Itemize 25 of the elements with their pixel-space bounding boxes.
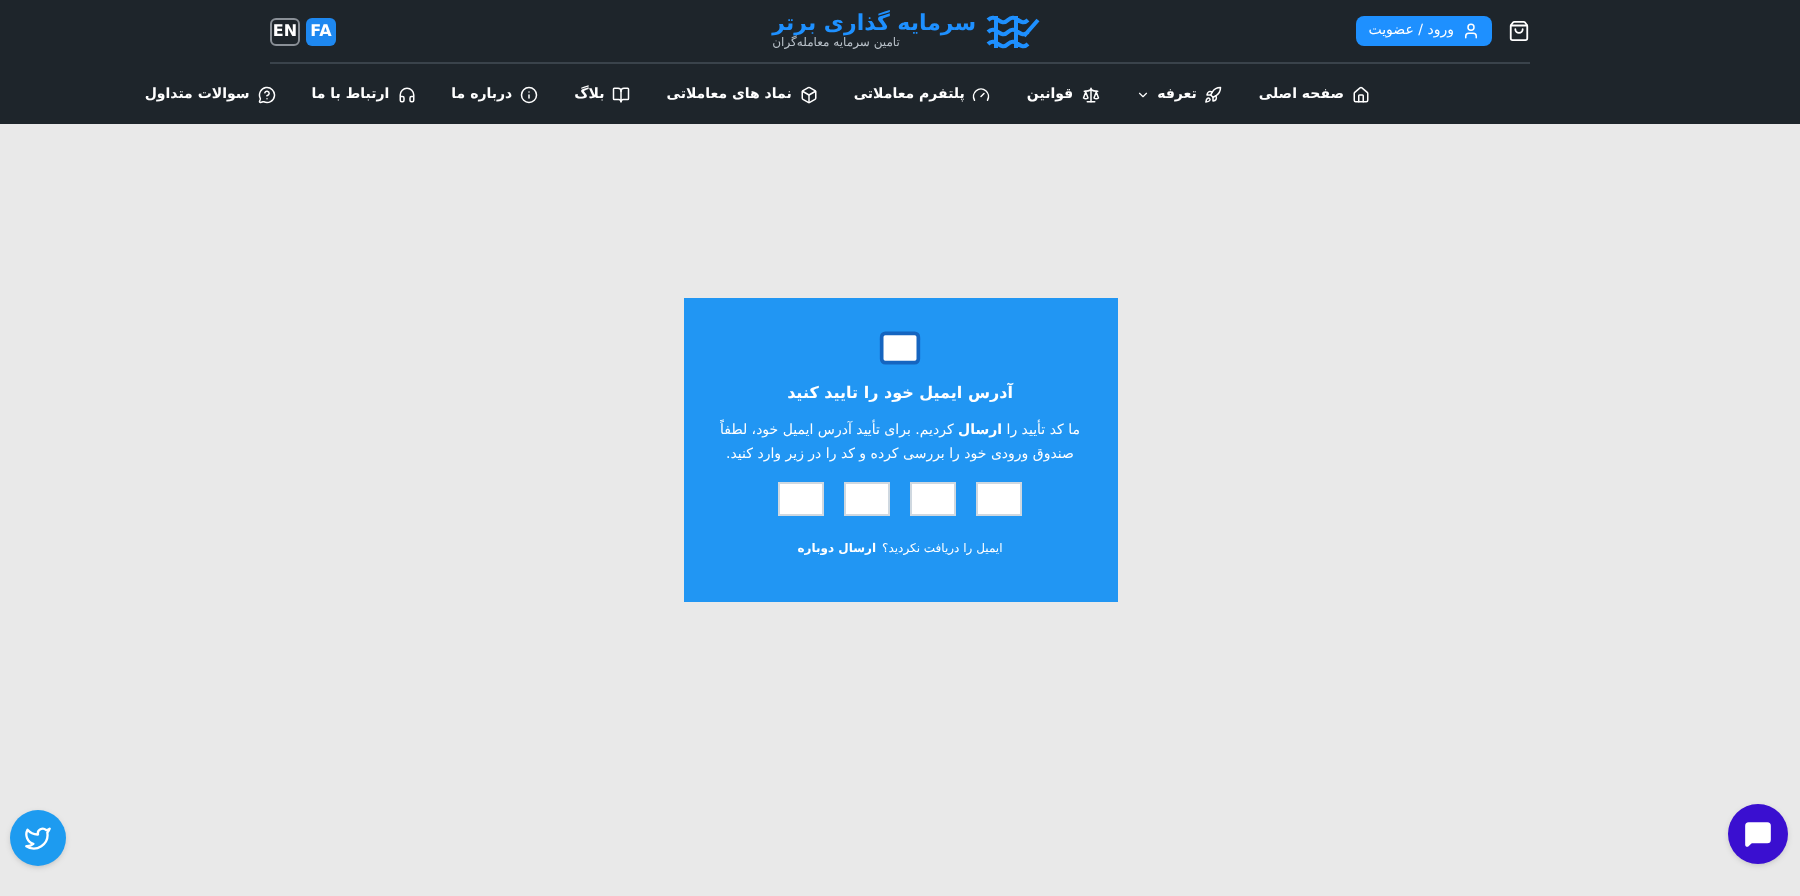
scale-icon xyxy=(1081,85,1100,103)
home-icon xyxy=(1352,85,1370,103)
card-title: آدرس ایمیل خود را تایید کنید xyxy=(787,382,1013,406)
book-icon xyxy=(612,85,631,103)
code-input-field[interactable] xyxy=(976,482,1022,516)
language-button[interactable]: EN xyxy=(270,17,300,45)
chat-icon xyxy=(1744,820,1772,848)
info-icon xyxy=(520,85,539,103)
user-icon xyxy=(1462,22,1480,40)
twitter-button[interactable] xyxy=(10,810,66,866)
code-input-field[interactable] xyxy=(778,482,824,516)
headphones-icon xyxy=(397,85,416,103)
bird-icon xyxy=(24,824,52,852)
shopping-bag-icon[interactable] xyxy=(1508,20,1530,42)
language-button[interactable]: FA xyxy=(306,17,336,45)
question-bubble-icon xyxy=(257,85,276,103)
logo-name: سرمایه گذاری برتر xyxy=(772,10,977,36)
logo-icon xyxy=(984,11,1041,51)
cube-icon xyxy=(799,85,818,103)
rocket-icon xyxy=(1204,85,1223,103)
caret-icon xyxy=(1135,87,1150,101)
gauge-icon xyxy=(972,85,991,103)
code-input-field[interactable] xyxy=(910,482,956,516)
code-input-field[interactable] xyxy=(844,482,890,516)
chat-button[interactable] xyxy=(1728,804,1788,864)
